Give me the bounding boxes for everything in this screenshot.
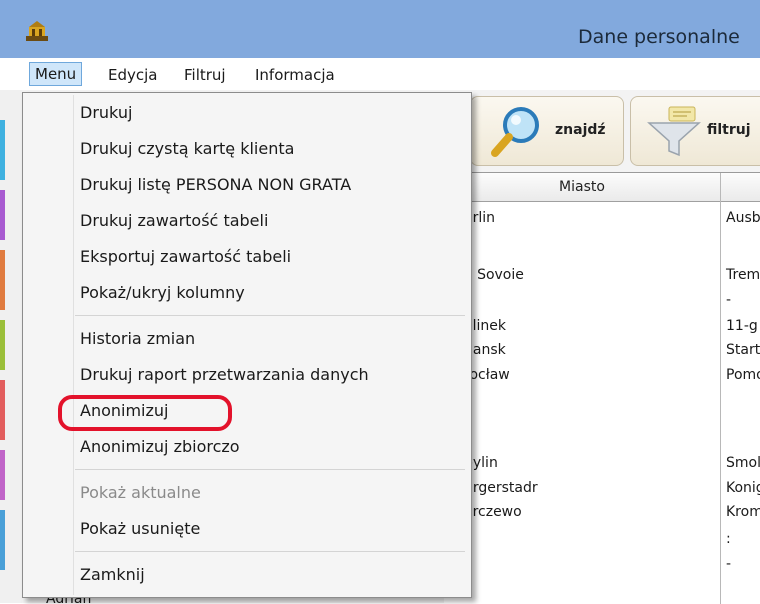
- table-row[interactable]: e Sovoie Trem: [444, 264, 760, 287]
- side-tab[interactable]: [0, 250, 5, 310]
- table-row[interactable]: -: [444, 289, 760, 312]
- menu-dropdown: Drukuj Drukuj czystą kartę klienta Druku…: [22, 92, 472, 598]
- menu-menu[interactable]: Menu: [29, 62, 83, 86]
- cell-street: Ausb: [726, 210, 760, 226]
- menu-item-pokaz-ukryj-kolumny[interactable]: Pokaż/ukryj kolumny: [80, 283, 245, 302]
- highlight-annotation: [58, 395, 232, 431]
- menu-item-drukuj[interactable]: Drukuj: [80, 103, 132, 122]
- menu-item-anonimizuj-zbiorczo[interactable]: Anonimizuj zbiorczo: [80, 437, 240, 456]
- menu-item-drukuj-raport[interactable]: Drukuj raport przetwarzania danych: [80, 365, 369, 384]
- menu-filtruj[interactable]: Filtruj: [178, 64, 232, 86]
- table-row[interactable]: [444, 389, 760, 412]
- app-logo-icon: [26, 21, 48, 41]
- cell-city: urgerstadr: [464, 480, 538, 496]
- table-row[interactable]: bylin Smol: [444, 452, 760, 475]
- table-row[interactable]: [444, 413, 760, 436]
- find-button-label: znajdź: [555, 122, 606, 138]
- table-row[interactable]: erlin Ausb: [444, 207, 760, 230]
- table-row[interactable]: alinek 11-g: [444, 315, 760, 338]
- menu-item-drukuj-zawartosc-tabeli[interactable]: Drukuj zawartość tabeli: [80, 211, 268, 230]
- cell-street: -: [726, 556, 732, 572]
- menu-separator: [75, 551, 465, 552]
- menu-item-historia-zmian[interactable]: Historia zmian: [80, 329, 195, 348]
- side-tab[interactable]: [0, 380, 5, 440]
- menu-informacja[interactable]: Informacja: [249, 64, 341, 86]
- cell-street: Pomo: [726, 367, 760, 383]
- menu-item-pokaz-usuniete[interactable]: Pokaż usunięte: [80, 519, 200, 538]
- menu-bar: Menu Edycja Filtruj Informacja: [0, 58, 760, 91]
- cell-street: Trem: [726, 267, 760, 283]
- filter-button[interactable]: filtruj: [630, 96, 760, 166]
- menu-gutter-divider: [73, 95, 74, 595]
- window-title: Dane personalne: [578, 26, 740, 48]
- cell-street: Start: [726, 342, 760, 358]
- title-bar: Dane personalne: [0, 0, 760, 58]
- table-row[interactable]: :: [444, 528, 760, 551]
- funnel-icon: [647, 106, 701, 157]
- side-tab[interactable]: [0, 450, 5, 500]
- side-tab[interactable]: [0, 510, 5, 570]
- menu-separator: [75, 315, 465, 316]
- table-row[interactable]: [444, 230, 760, 253]
- cell-street: Konig: [726, 480, 760, 496]
- magnifier-icon: [491, 107, 539, 157]
- menu-item-drukuj-czysta-karte[interactable]: Drukuj czystą kartę klienta: [80, 139, 294, 158]
- menu-item-drukuj-persona-non-grata[interactable]: Drukuj listę PERSONA NON GRATA: [80, 175, 351, 194]
- cell-city: e Sovoie: [464, 267, 524, 283]
- column-header-miasto[interactable]: Miasto: [444, 173, 720, 202]
- table-row[interactable]: rocławPomo: [444, 364, 760, 387]
- table-row[interactable]: arczewo Krom: [444, 501, 760, 524]
- left-tab-strip: [0, 90, 22, 603]
- data-table: Miasto erlin Ausb e Sovoie Trem - alinek 11…: [444, 172, 760, 604]
- column-header-street[interactable]: [721, 173, 760, 202]
- side-tab[interactable]: [0, 320, 5, 370]
- cell-street: :: [726, 531, 731, 547]
- table-row[interactable]: -: [444, 553, 760, 576]
- menu-item-pokaz-aktualne: Pokaż aktualne: [80, 483, 201, 502]
- cell-city: arczewo: [464, 504, 522, 520]
- menu-item-eksportuj-zawartosc-tabeli[interactable]: Eksportuj zawartość tabeli: [80, 247, 291, 266]
- cell-street: Smol: [726, 455, 760, 471]
- table-row[interactable]: urgerstadr Konig: [444, 477, 760, 500]
- table-row[interactable]: dansk Start: [444, 339, 760, 362]
- cell-street: Krom: [726, 504, 760, 520]
- filter-button-label: filtruj: [707, 122, 751, 138]
- menu-item-zamknij[interactable]: Zamknij: [80, 565, 145, 584]
- cell-street: -: [726, 292, 732, 308]
- side-tab[interactable]: [0, 190, 5, 240]
- menu-edycja[interactable]: Edycja: [102, 64, 163, 86]
- find-button[interactable]: znajdź: [470, 96, 624, 166]
- side-tab[interactable]: [0, 120, 5, 180]
- menu-separator: [75, 469, 465, 470]
- cell-street: 11-g: [726, 318, 758, 334]
